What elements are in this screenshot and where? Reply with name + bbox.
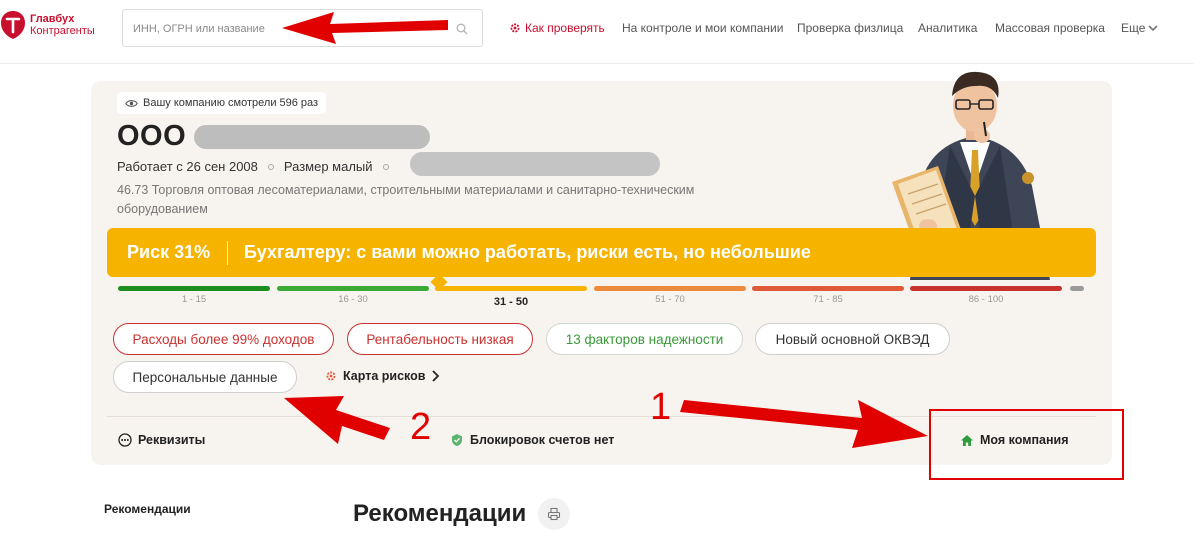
logo-line2: Контрагенты: [30, 25, 95, 37]
nav-analytics[interactable]: Аналитика: [918, 21, 977, 35]
scale-label-6: 86 - 100: [968, 294, 1004, 305]
annotation-number-1: 1: [650, 386, 672, 428]
annotation-highlight-box: [929, 409, 1124, 480]
views-badge: Вашу компанию смотрели 596 раз: [117, 92, 327, 114]
scale-label-3: 31 - 50: [493, 296, 529, 308]
company-name: ООО: [117, 120, 187, 152]
redacted-meta: [410, 152, 660, 176]
nav-how-to-check-label: Как проверять: [525, 21, 605, 35]
nav-person-check[interactable]: Проверка физлица: [797, 21, 903, 35]
print-button[interactable]: [538, 498, 570, 530]
nav-more-label: Еще: [1121, 21, 1146, 35]
gear-icon: [510, 23, 520, 33]
section-title: Рекомендации: [353, 500, 527, 527]
requisites-label: Реквизиты: [138, 433, 206, 447]
print-icon: [547, 507, 561, 521]
risk-message: Бухгалтеру: с вами можно работать, риски…: [244, 242, 811, 262]
chevron-down-icon: [1148, 25, 1158, 32]
chip-reliability[interactable]: 13 факторов надежности: [546, 323, 743, 355]
logo[interactable]: Главбух Контрагенты: [0, 10, 95, 40]
nav-mass-check[interactable]: Массовая проверка: [995, 21, 1105, 35]
scale-label-2: 16 - 30: [338, 294, 368, 305]
risk-banner[interactable]: Риск 31% Бухгалтеру: с вами можно работа…: [107, 228, 1096, 277]
views-text: Вашу компанию смотрели 596 раз: [143, 97, 319, 109]
redacted-company-name: [194, 125, 430, 149]
risk-percent: Риск 31%: [127, 242, 211, 262]
okved-text: 46.73 Торговля оптовая лесоматериалами, …: [117, 183, 695, 216]
chip-personal-data[interactable]: Персональные данные: [113, 361, 297, 393]
scale-segment-end: [1070, 286, 1084, 291]
risk-map-link[interactable]: Карта рисков: [325, 369, 440, 383]
shield-check-icon: [452, 434, 462, 446]
scale-segment-1: [118, 286, 270, 291]
risk-scale: 1 - 15 16 - 30 31 - 50 51 - 70 71 - 85 8…: [118, 286, 1088, 310]
logo-line1: Главбух: [30, 13, 75, 25]
works-since: Работает с 26 сен 2008: [117, 159, 258, 174]
nav-more[interactable]: Еще: [1121, 21, 1158, 35]
gear-icon: [326, 371, 336, 381]
chip-new-okved[interactable]: Новый основной ОКВЭД: [755, 323, 950, 355]
risk-separator: [227, 240, 228, 265]
chip-profitability[interactable]: Рентабельность низкая: [347, 323, 533, 355]
search-input[interactable]: [133, 19, 443, 39]
scale-label-1: 1 - 15: [181, 294, 207, 305]
scale-segment-3: [435, 286, 587, 291]
logo-icon: [1, 11, 25, 39]
annotation-number-2: 2: [410, 406, 432, 448]
search-icon[interactable]: [456, 23, 468, 35]
scale-label-4: 51 - 70: [655, 294, 685, 305]
company-size: Размер малый: [283, 159, 373, 174]
separator-dot: [382, 163, 389, 170]
nav-monitoring[interactable]: На контроле и мои компании: [622, 21, 783, 35]
scale-segment-5: [752, 286, 904, 291]
risk-map-label: Карта рисков: [343, 369, 426, 383]
scale-segment-2: [277, 286, 429, 291]
chip-expenses[interactable]: Расходы более 99% доходов: [113, 323, 334, 355]
sidebar-item-recommendations[interactable]: Рекомендации: [104, 502, 191, 516]
more-dots-icon: [118, 433, 132, 447]
company-meta: Работает с 26 сен 2008 Размер малый: [117, 159, 399, 174]
top-header: Главбух Контрагенты Как проверять На кон…: [0, 0, 1194, 64]
requisites-link[interactable]: Реквизиты: [118, 433, 205, 447]
account-blocks-link[interactable]: Блокировок счетов нет: [450, 433, 614, 447]
scale-segment-6: [910, 286, 1062, 291]
scale-label-5: 71 - 85: [813, 294, 843, 305]
chevron-right-icon: [432, 370, 440, 382]
account-blocks-label: Блокировок счетов нет: [470, 433, 615, 447]
eye-icon: [125, 99, 138, 107]
search-box: [122, 9, 483, 47]
separator-dot: [267, 163, 274, 170]
scale-segment-4: [594, 286, 746, 291]
nav-how-to-check[interactable]: Как проверять: [509, 21, 605, 35]
